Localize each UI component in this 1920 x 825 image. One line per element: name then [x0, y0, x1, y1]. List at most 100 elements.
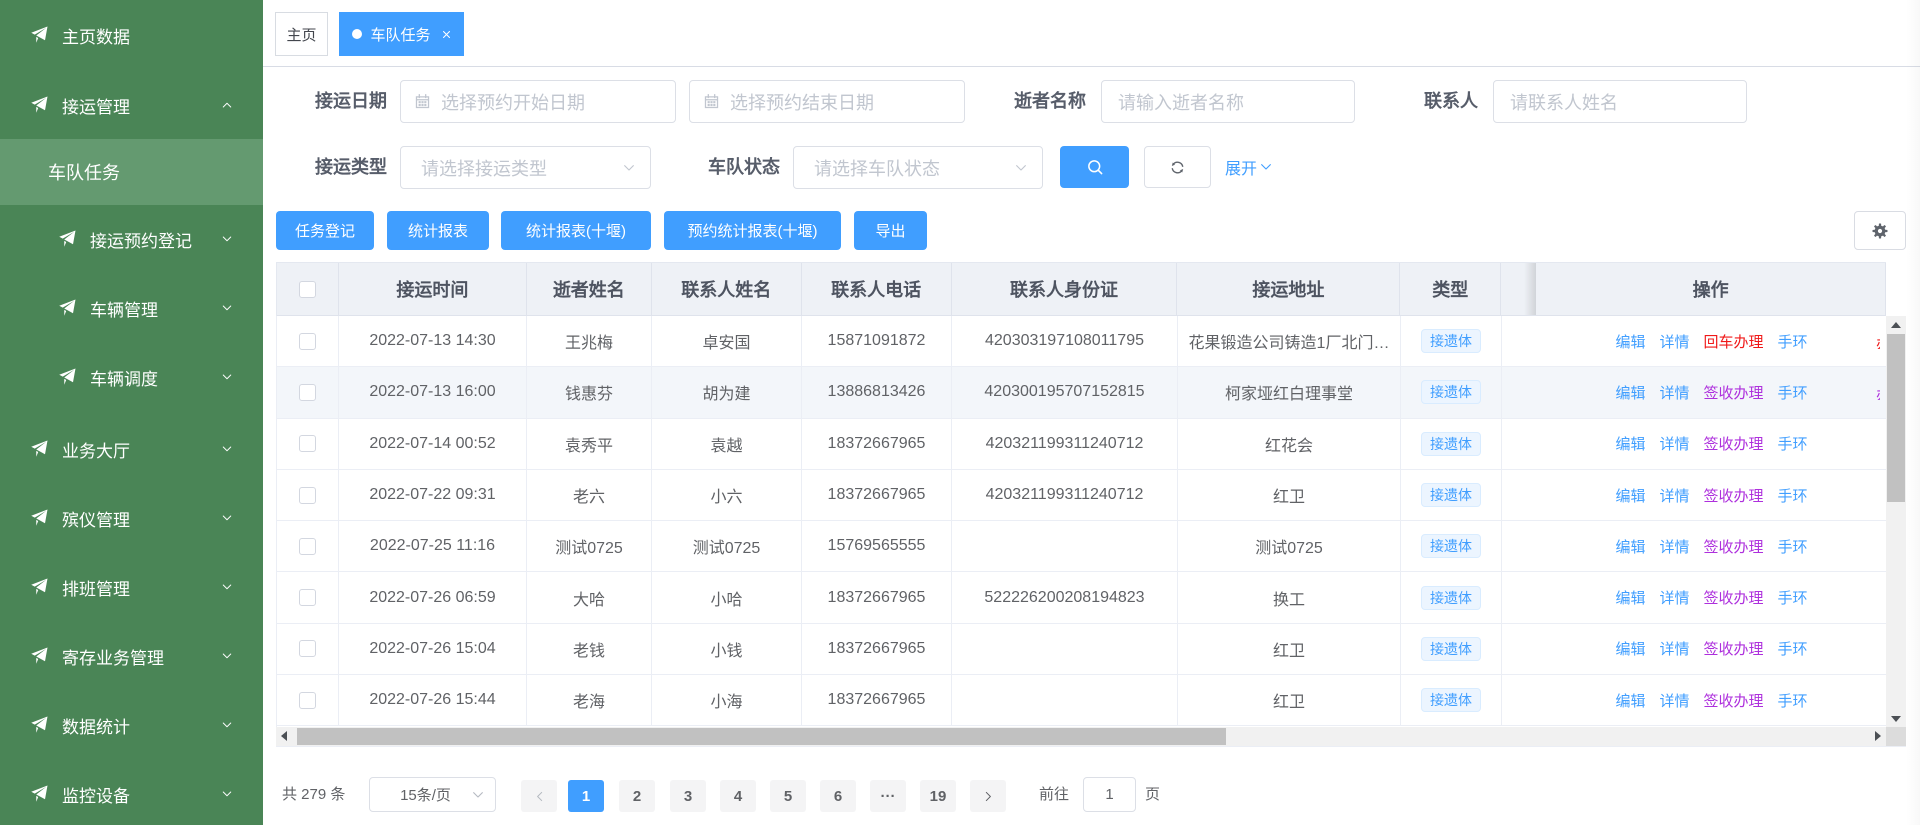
- tab-2-active[interactable]: 车队任务: [339, 12, 464, 56]
- cell-idcard: 522226200208194823: [952, 572, 1178, 623]
- page-size-select[interactable]: 15条/页: [369, 777, 496, 812]
- action-link-3[interactable]: 签收办理: [1704, 638, 1764, 659]
- send-icon: [58, 228, 78, 248]
- close-icon[interactable]: [442, 30, 451, 39]
- booking-stat-report-shiyan-button[interactable]: 预约统计报表(十堰): [664, 211, 841, 250]
- action-link-1[interactable]: 编辑: [1615, 536, 1645, 557]
- date-start-input[interactable]: 选择预约开始日期: [400, 80, 676, 123]
- vertical-scrollbar-thumb[interactable]: [1887, 334, 1905, 502]
- table-horizontal-scrollbar[interactable]: [276, 727, 1886, 746]
- deceased-name-input[interactable]: 请输入逝者名称: [1101, 80, 1355, 123]
- row-checkbox[interactable]: [299, 692, 316, 709]
- action-link-4[interactable]: 手环: [1778, 536, 1808, 557]
- action-link-1[interactable]: 编辑: [1615, 587, 1645, 608]
- action-link-2[interactable]: 详情: [1659, 382, 1689, 403]
- action-link-1[interactable]: 编辑: [1615, 638, 1645, 659]
- transfer-type-select[interactable]: 请选择接运类型: [400, 146, 651, 189]
- action-link-4[interactable]: 手环: [1778, 638, 1808, 659]
- action-link-2[interactable]: 详情: [1659, 485, 1689, 506]
- row-checkbox[interactable]: [299, 435, 316, 452]
- sidebar-item-4[interactable]: 接运预约登记: [0, 211, 263, 267]
- page-button-1[interactable]: 1: [568, 780, 604, 812]
- expand-link[interactable]: 展开: [1225, 146, 1273, 188]
- page-button-6[interactable]: 6: [820, 780, 856, 812]
- page-button-4[interactable]: 4: [720, 780, 756, 812]
- horizontal-scrollbar-thumb[interactable]: [297, 728, 1226, 745]
- table-vertical-scrollbar[interactable]: [1886, 316, 1906, 727]
- scroll-down-button[interactable]: [1886, 710, 1906, 727]
- page-button-3[interactable]: 3: [670, 780, 706, 812]
- action-link-2[interactable]: 详情: [1659, 587, 1689, 608]
- action-link-2[interactable]: 详情: [1659, 536, 1689, 557]
- page-button-19[interactable]: 19: [920, 780, 956, 812]
- action-link-2[interactable]: 详情: [1659, 690, 1689, 711]
- action-link-1[interactable]: 编辑: [1615, 382, 1645, 403]
- row-checkbox[interactable]: [299, 589, 316, 606]
- action-link-3[interactable]: 回车办理: [1704, 331, 1764, 352]
- action-link-4[interactable]: 手环: [1778, 433, 1808, 454]
- action-link-4[interactable]: 手环: [1778, 485, 1808, 506]
- sidebar-item-10[interactable]: 寄存业务管理: [0, 628, 263, 684]
- scroll-up-button[interactable]: [1886, 316, 1906, 333]
- date-end-input[interactable]: 选择预约结束日期: [689, 80, 965, 123]
- scroll-right-button[interactable]: [1869, 727, 1886, 746]
- sidebar-item-label: 排班管理: [62, 575, 130, 600]
- row-checkbox[interactable]: [299, 640, 316, 657]
- stat-report-button[interactable]: 统计报表: [387, 211, 489, 250]
- row-checkbox[interactable]: [299, 384, 316, 401]
- tab-1[interactable]: 主页: [275, 12, 328, 56]
- page-button-5[interactable]: 5: [770, 780, 806, 812]
- action-link-3[interactable]: 签收办理: [1704, 536, 1764, 557]
- pager-more-button[interactable]: ···: [870, 780, 906, 812]
- action-link-4[interactable]: 手环: [1778, 690, 1808, 711]
- action-link-3[interactable]: 签收办理: [1704, 382, 1764, 403]
- prev-page-button[interactable]: [521, 780, 557, 812]
- sidebar-item-7[interactable]: 业务大厅: [0, 421, 263, 477]
- sidebar-item-6[interactable]: 车辆调度: [0, 349, 263, 405]
- action-link-3[interactable]: 签收办理: [1704, 433, 1764, 454]
- stat-report-shiyan-button[interactable]: 统计报表(十堰): [501, 211, 651, 250]
- row-checkbox[interactable]: [299, 333, 316, 350]
- action-link-4[interactable]: 手环: [1778, 331, 1808, 352]
- scroll-left-button[interactable]: [276, 727, 293, 746]
- sidebar-item-9[interactable]: 排班管理: [0, 559, 263, 615]
- row-checkbox[interactable]: [299, 487, 316, 504]
- action-link-2[interactable]: 详情: [1659, 638, 1689, 659]
- sidebar-item-3-active[interactable]: 车队任务: [0, 139, 263, 205]
- cell-time: 2022-07-22 09:31: [339, 470, 527, 521]
- cell-operations: 编辑详情签收办理手环: [1537, 624, 1886, 675]
- settings-button[interactable]: [1854, 211, 1906, 250]
- sidebar-item-5[interactable]: 车辆管理: [0, 280, 263, 336]
- action-link-1[interactable]: 编辑: [1615, 433, 1645, 454]
- sidebar-item-8[interactable]: 殡仪管理: [0, 490, 263, 546]
- action-link-2[interactable]: 详情: [1659, 433, 1689, 454]
- action-link-1[interactable]: 编辑: [1615, 485, 1645, 506]
- select-all-checkbox[interactable]: [299, 281, 316, 298]
- fleet-status-select[interactable]: 请选择车队状态: [793, 146, 1043, 189]
- sidebar-item-1[interactable]: 主页数据: [0, 7, 263, 63]
- action-link-2[interactable]: 详情: [1659, 331, 1689, 352]
- cell-text: 测试0725: [1255, 534, 1323, 558]
- next-page-button[interactable]: [970, 780, 1006, 812]
- task-register-button[interactable]: 任务登记: [276, 211, 374, 250]
- sidebar-item-11[interactable]: 数据统计: [0, 697, 263, 753]
- action-link-3[interactable]: 签收办理: [1704, 587, 1764, 608]
- export-button[interactable]: 导出: [854, 211, 927, 250]
- refresh-button[interactable]: [1144, 146, 1211, 188]
- search-button[interactable]: [1060, 146, 1129, 188]
- sidebar-item-2[interactable]: 接运管理: [0, 77, 263, 133]
- sidebar-item-12[interactable]: 监控设备: [0, 766, 263, 822]
- action-link-1[interactable]: 编辑: [1615, 690, 1645, 711]
- action-link-4[interactable]: 手环: [1778, 382, 1808, 403]
- action-link-3[interactable]: 签收办理: [1704, 690, 1764, 711]
- action-link-4[interactable]: 手环: [1778, 587, 1808, 608]
- table-row-5: 2022-07-25 11:16测试0725测试072515769565555测…: [277, 521, 1886, 572]
- goto-page-input[interactable]: 1: [1083, 777, 1136, 812]
- row-checkbox[interactable]: [299, 538, 316, 555]
- contact-name-input[interactable]: 请联系人姓名: [1493, 80, 1747, 123]
- cell-operations: 编辑详情签收办理手环办: [1537, 367, 1886, 418]
- cell-gap: [1502, 316, 1537, 367]
- page-button-2[interactable]: 2: [619, 780, 655, 812]
- action-link-1[interactable]: 编辑: [1615, 331, 1645, 352]
- action-link-3[interactable]: 签收办理: [1704, 485, 1764, 506]
